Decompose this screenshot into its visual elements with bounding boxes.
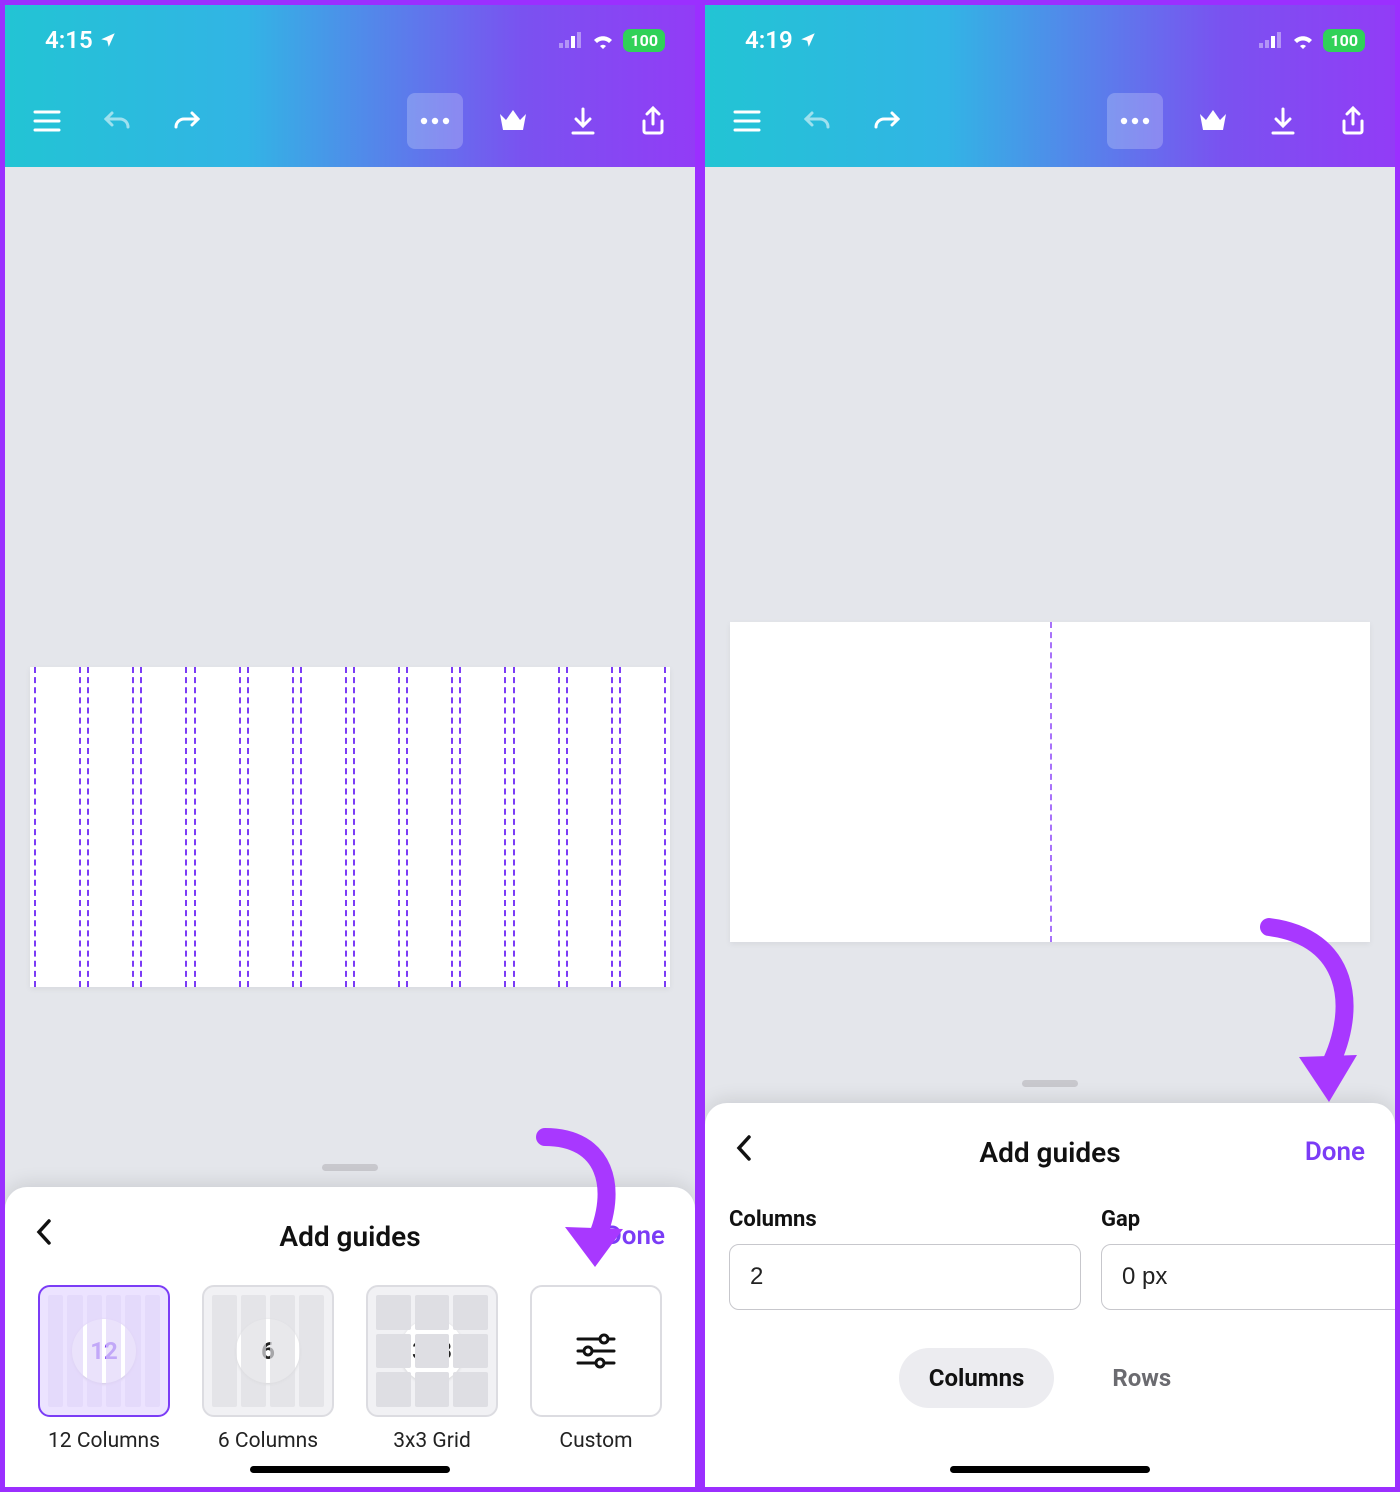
column-guide — [300, 667, 347, 987]
status-time: 4:15 — [45, 26, 117, 54]
custom-guides-sheet: Add guides Done Columns Gap Margin Colum… — [705, 1103, 1395, 1487]
option-label: 12 Columns — [48, 1429, 160, 1453]
sheet-done-button[interactable]: Done — [1305, 1137, 1365, 1167]
column-guide — [247, 667, 294, 987]
redo-icon[interactable] — [167, 101, 207, 141]
artboard[interactable] — [30, 667, 670, 987]
gap-input[interactable] — [1101, 1244, 1395, 1310]
field-gap: Gap — [1101, 1207, 1395, 1310]
top-toolbar — [705, 75, 1395, 167]
crown-icon[interactable] — [1193, 101, 1233, 141]
home-indicator[interactable] — [950, 1466, 1150, 1473]
segment-columns[interactable]: Columns — [899, 1348, 1055, 1408]
column-guide — [194, 667, 241, 987]
sheet-done-button[interactable]: Done — [605, 1221, 665, 1251]
clock-text: 4:19 — [745, 26, 793, 54]
status-time: 4:19 — [745, 26, 817, 54]
location-icon — [99, 31, 117, 49]
menu-icon[interactable] — [727, 101, 767, 141]
crown-icon[interactable] — [493, 101, 533, 141]
column-guide — [140, 667, 187, 987]
guide-option-6-columns[interactable]: 6 6 Columns — [195, 1285, 341, 1453]
sheet-back-button[interactable] — [735, 1133, 753, 1171]
column-guide — [566, 667, 613, 987]
option-label: 6 Columns — [218, 1429, 318, 1453]
undo-icon[interactable] — [797, 101, 837, 141]
download-icon[interactable] — [563, 101, 603, 141]
wifi-icon — [591, 31, 615, 49]
sheet-title: Add guides — [979, 1136, 1120, 1169]
column-guide — [619, 667, 666, 987]
column-guide — [513, 667, 560, 987]
field-label: Gap — [1101, 1207, 1395, 1232]
artboard[interactable] — [730, 622, 1370, 942]
more-button[interactable] — [407, 93, 463, 149]
column-guide — [34, 667, 81, 987]
clock-text: 4:15 — [45, 26, 93, 54]
add-guides-sheet: Add guides Done 12 12 Columns 6 6 Column… — [5, 1187, 695, 1487]
menu-icon[interactable] — [27, 101, 67, 141]
guide-option-3x3-grid[interactable]: 3x3 3x3 Grid — [359, 1285, 505, 1453]
option-label: 3x3 Grid — [393, 1429, 471, 1453]
location-icon — [799, 31, 817, 49]
guide-option-custom[interactable]: Custom — [523, 1285, 669, 1453]
signal-icon — [1259, 32, 1283, 48]
home-indicator[interactable] — [250, 1466, 450, 1473]
share-icon[interactable] — [1333, 101, 1373, 141]
sheet-grabber[interactable] — [1022, 1080, 1078, 1087]
more-button[interactable] — [1107, 93, 1163, 149]
share-icon[interactable] — [633, 101, 673, 141]
status-bar: 4:19 100 — [705, 5, 1395, 75]
battery-badge: 100 — [1323, 29, 1365, 52]
column-guide — [459, 667, 506, 987]
column-guide — [406, 667, 453, 987]
column-guide — [353, 667, 400, 987]
phone-right: 4:19 100 Add guides Done — [705, 5, 1395, 1487]
orientation-segment: Columns Rows — [729, 1340, 1371, 1408]
segment-rows[interactable]: Rows — [1082, 1348, 1201, 1408]
battery-badge: 100 — [623, 29, 665, 52]
signal-icon — [559, 32, 583, 48]
phone-left: 4:15 100 Add guides Done — [5, 5, 695, 1487]
center-guide — [1050, 622, 1052, 942]
sliders-icon — [574, 1333, 618, 1369]
download-icon[interactable] — [1263, 101, 1303, 141]
status-bar: 4:15 100 — [5, 5, 695, 75]
columns-input[interactable] — [729, 1244, 1081, 1310]
field-columns: Columns — [729, 1207, 1081, 1310]
top-toolbar — [5, 75, 695, 167]
redo-icon[interactable] — [867, 101, 907, 141]
undo-icon[interactable] — [97, 101, 137, 141]
sheet-back-button[interactable] — [35, 1217, 53, 1255]
field-label: Columns — [729, 1207, 1081, 1232]
sheet-grabber[interactable] — [322, 1164, 378, 1171]
option-label: Custom — [559, 1429, 632, 1453]
column-guide — [87, 667, 134, 987]
guide-option-12-columns[interactable]: 12 12 Columns — [31, 1285, 177, 1453]
sheet-title: Add guides — [279, 1220, 420, 1253]
wifi-icon — [1291, 31, 1315, 49]
